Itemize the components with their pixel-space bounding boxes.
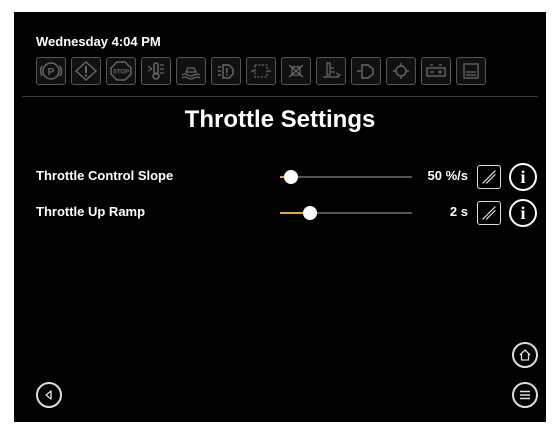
home-icon [519, 349, 531, 361]
svg-text:STOP: STOP [113, 70, 129, 76]
back-icon [45, 390, 52, 400]
header-divider [22, 96, 538, 97]
slider-track [280, 176, 412, 178]
setting-label: Throttle Control Slope [36, 168, 174, 183]
battery-charge-icon [421, 57, 451, 85]
slider-thumb[interactable] [283, 170, 298, 184]
menu-button[interactable] [512, 382, 538, 408]
slider-thumb[interactable] [303, 206, 318, 220]
oil-pressure-icon [316, 57, 346, 85]
info-icon[interactable]: i [509, 163, 537, 191]
setting-value: 50 %/s [427, 168, 468, 183]
page-title: Throttle Settings [184, 106, 376, 133]
home-button[interactable] [512, 342, 538, 368]
warning-icon [71, 57, 101, 85]
engine-diagnostic-icon [386, 57, 416, 85]
warning-icon-bar: P STOP [36, 57, 486, 87]
edit-icon[interactable] [477, 201, 501, 225]
setting-value: 2 s [449, 204, 468, 219]
screen-icon [456, 57, 486, 85]
fuel-filter-icon [281, 57, 311, 85]
svg-text:P: P [48, 67, 55, 78]
setting-row-throttle-control-slope: Throttle Control Slope 50 %/s i [22, 162, 538, 192]
throttle-control-slope-slider[interactable] [280, 170, 412, 184]
throttle-up-ramp-slider[interactable] [280, 206, 412, 220]
transmission-icon [246, 57, 276, 85]
menu-icon [520, 390, 530, 400]
parking-brake-icon: P [36, 57, 66, 85]
stop-icon: STOP [106, 57, 136, 85]
back-button[interactable] [36, 382, 62, 408]
info-icon[interactable]: i [509, 199, 537, 227]
display-screen: Wednesday 4:04 PM P STOP Throttle Settin… [22, 22, 538, 420]
coolant-level-icon [176, 57, 206, 85]
edit-icon[interactable] [477, 165, 501, 189]
engine-preheat-icon [351, 57, 381, 85]
engine-warning-icon [211, 57, 241, 85]
setting-label: Throttle Up Ramp [36, 204, 146, 219]
coolant-temp-icon [141, 57, 171, 85]
setting-row-throttle-up-ramp: Throttle Up Ramp 2 s i [22, 198, 538, 228]
datetime-label: Wednesday 4:04 PM [36, 34, 161, 49]
